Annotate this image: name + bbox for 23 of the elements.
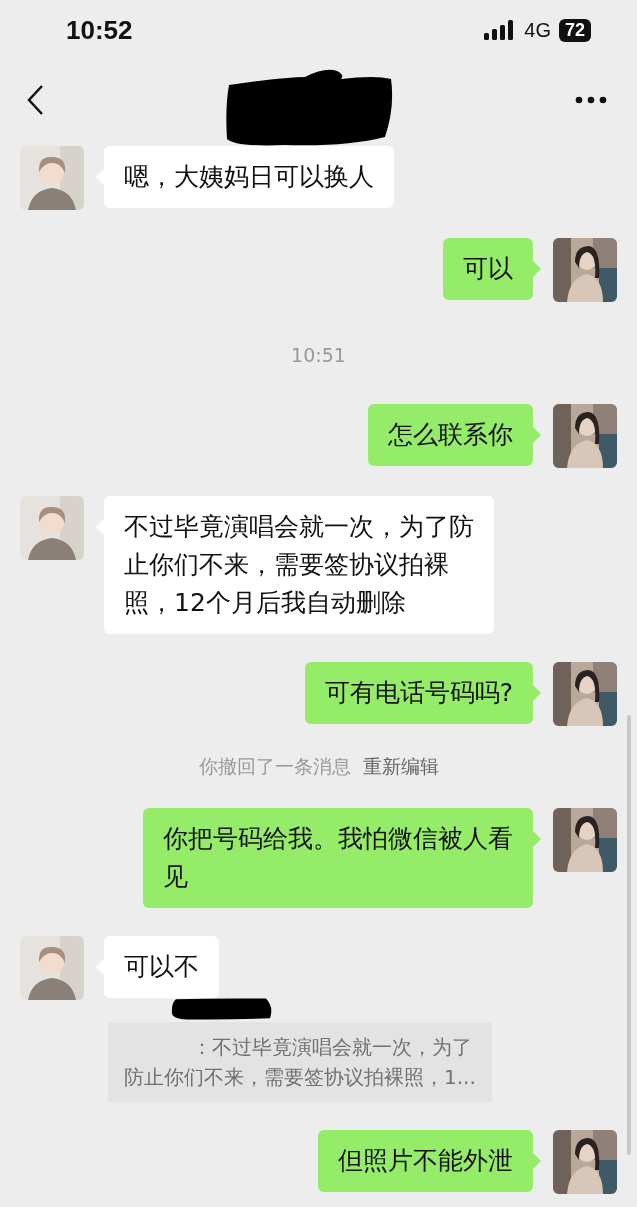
- bubble-tail: [533, 427, 541, 443]
- quoted-message[interactable]: ：不过毕竟演唱会就一次，为了 防止你们不来，需要签协议拍裸照，1...: [108, 1022, 492, 1102]
- re-edit-link[interactable]: 重新编辑: [362, 754, 439, 780]
- message-bubble: 怎么联系你: [368, 404, 533, 466]
- back-icon[interactable]: [26, 84, 44, 116]
- scroll-bar[interactable]: [627, 715, 631, 1155]
- message-bubble: 你把号码给我。我怕微信被人看 见: [143, 808, 533, 908]
- message-bubble: 可以: [443, 238, 533, 300]
- bubble-tail: [533, 261, 541, 277]
- recall-notice: 你撤回了一条消息: [198, 754, 351, 779]
- message-bubble: 但照片不能外泄: [318, 1130, 533, 1192]
- more-icon[interactable]: [575, 96, 607, 104]
- bubble-tail: [533, 1153, 541, 1169]
- timestamp: 10:51: [291, 344, 346, 366]
- status-time: 10:52: [66, 14, 133, 46]
- network-label: 4G: [524, 18, 551, 42]
- message-bubble: 不过毕竟演唱会就一次，为了防 止你们不来，需要签协议拍裸 照，12个月后我自动删除: [104, 496, 494, 634]
- message-bubble: 可有电话号码吗?: [304, 662, 533, 724]
- message-bubble: 嗯，大姨妈日可以换人: [104, 146, 394, 208]
- bubble-tail: [533, 831, 541, 847]
- battery-level: 72: [558, 18, 591, 42]
- bubble-tail: [533, 685, 541, 701]
- message-bubble: 可以不: [104, 936, 219, 998]
